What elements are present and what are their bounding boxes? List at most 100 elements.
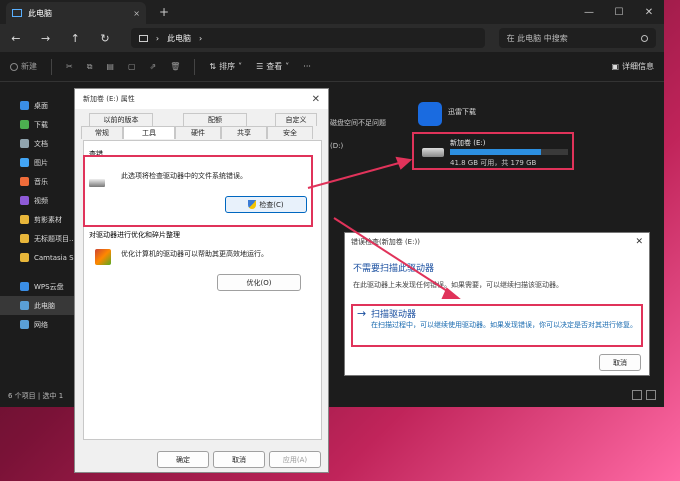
sidebar-item[interactable]: 桌面	[0, 96, 76, 115]
thunder-download-icon[interactable]	[418, 102, 442, 126]
sidebar-item-label: 剪影素材	[34, 215, 62, 224]
sidebar-item[interactable]: 下载	[0, 115, 76, 134]
sidebar-item[interactable]: WPS云盘	[0, 277, 76, 296]
minimize-button[interactable]: —	[574, 7, 604, 18]
view-icon: ☰	[256, 62, 264, 71]
close-button[interactable]: ✕	[634, 7, 664, 18]
chevron-down-icon: ˅	[285, 62, 290, 71]
optimize-button[interactable]: 优化(O)	[217, 274, 301, 291]
optimize-description: 优化计算机的驱动器可以帮助其更高效地运行。	[121, 250, 268, 258]
tab-security[interactable]: 安全	[267, 126, 313, 139]
breadcrumb-separator: ›	[199, 33, 203, 43]
error-check-subtext: 在此驱动器上未发现任何错误。如果需要，可以继续扫描该驱动器。	[353, 281, 563, 289]
view-button[interactable]: ☰ 查看 ˅	[256, 61, 289, 72]
sidebar-item-label: 此电脑	[34, 301, 55, 310]
error-check-highlight	[83, 155, 313, 227]
details-button[interactable]: ▣ 详细信息	[611, 61, 654, 72]
sidebar-item-label: 音乐	[34, 177, 48, 186]
sidebar-item-label: 桌面	[34, 101, 48, 110]
delete-icon[interactable]: 🗑	[170, 62, 180, 71]
shield-icon	[248, 200, 257, 209]
paste-icon[interactable]: ▤	[106, 62, 114, 71]
sidebar-item[interactable]: Camtasia S	[0, 248, 76, 267]
rename-icon[interactable]: ▢	[128, 62, 136, 71]
cut-icon[interactable]: ✂	[66, 62, 73, 71]
refresh-button[interactable]: ↻	[97, 32, 113, 45]
folder-icon	[20, 234, 29, 243]
error-check-title-bar: 错误检查(新加卷 (E:)) ✕	[345, 233, 649, 251]
error-check-title: 错误检查(新加卷 (E:))	[351, 238, 420, 246]
tab-general[interactable]: 常规	[81, 126, 123, 139]
view-switcher	[632, 390, 656, 400]
tab-customize[interactable]: 自定义	[275, 113, 317, 126]
folder-icon	[20, 196, 29, 205]
back-button[interactable]: ←	[8, 32, 24, 45]
apply-button[interactable]: 应用(A)	[269, 451, 321, 468]
scan-drive-title[interactable]: 扫描驱动器	[371, 307, 416, 320]
maximize-button[interactable]: ☐	[604, 7, 634, 18]
view-label: 查看	[266, 62, 283, 71]
breadcrumb-this-pc[interactable]: 此电脑	[167, 33, 191, 44]
drive-e-size: 41.8 GB 可用，共 179 GB	[450, 159, 537, 167]
toolbar-divider	[51, 58, 52, 75]
sidebar-item-label: WPS云盘	[34, 282, 64, 291]
sidebar-item[interactable]: 无标题项目...	[0, 229, 76, 248]
search-input[interactable]: 在 此电脑 中搜索	[498, 28, 656, 48]
this-pc-content: 迅雷下载 磁盘空间不足问题 (D:) 新加卷 (E:) 41.8 GB 可用，共…	[330, 96, 660, 236]
sidebar-item[interactable]: 视频	[0, 191, 76, 210]
sidebar-item[interactable]: 网络	[0, 315, 76, 334]
details-view-icon[interactable]	[632, 390, 642, 400]
sort-icon: ⇅	[209, 62, 217, 71]
ok-button[interactable]: 确定	[157, 451, 209, 468]
tab-close-icon[interactable]: ×	[133, 9, 140, 18]
monitor-icon	[12, 9, 22, 17]
copy-icon[interactable]: ⧉	[87, 62, 93, 72]
folder-icon	[20, 282, 29, 291]
sidebar-item-label: 网络	[34, 320, 48, 329]
drive-icon	[89, 179, 105, 187]
drive-usage-fill	[450, 149, 541, 155]
new-tab-button[interactable]: +	[154, 5, 174, 19]
sidebar-item[interactable]: 音乐	[0, 172, 76, 191]
properties-title: 新加卷 (E:) 属性	[83, 95, 135, 103]
command-bar: 新建 ✂ ⧉ ▤ ▢ ⇗ 🗑 ⇅ 排序 ˅ ☰ 查看 ˅ ··· ▣ 详细信息	[0, 52, 664, 82]
drive-e-name: 新加卷 (E:)	[450, 139, 486, 147]
drive-usage-bar	[450, 149, 568, 155]
sidebar-item[interactable]: 图片	[0, 153, 76, 172]
up-button[interactable]: ↑	[67, 32, 83, 45]
sidebar-item[interactable]: 此电脑	[0, 296, 76, 315]
address-bar[interactable]: › 此电脑 ›	[130, 28, 485, 48]
breadcrumb-separator: ›	[155, 33, 160, 43]
search-icon	[641, 34, 648, 42]
tab-title: 此电脑	[28, 8, 52, 18]
tab-hardware[interactable]: 硬件	[175, 126, 221, 139]
error-check-cancel-button[interactable]: 取消	[599, 354, 641, 371]
tab-quota[interactable]: 配额	[183, 113, 247, 126]
folder-icon	[20, 253, 29, 262]
details-label: 详细信息	[622, 62, 654, 71]
folder-icon	[20, 177, 29, 186]
share-icon[interactable]: ⇗	[150, 62, 157, 71]
forward-button[interactable]: →	[38, 32, 54, 45]
sidebar-item[interactable]: 剪影素材	[0, 210, 76, 229]
error-check-close-button[interactable]: ✕	[635, 237, 643, 247]
window-controls: — ☐ ✕	[574, 7, 664, 18]
check-button[interactable]: 检查(C)	[225, 196, 307, 213]
thunder-download-label[interactable]: 迅雷下载	[448, 107, 476, 117]
sort-button[interactable]: ⇅ 排序 ˅	[209, 61, 242, 72]
properties-close-button[interactable]: ✕	[312, 94, 320, 105]
defrag-icon	[95, 249, 111, 265]
new-button[interactable]: 新建	[10, 61, 37, 72]
sidebar-item[interactable]: 文档	[0, 134, 76, 153]
tab-sharing[interactable]: 共享	[221, 126, 267, 139]
folder-icon	[20, 215, 29, 224]
optimize-group-label: 对驱动器进行优化和碎片整理	[89, 231, 180, 239]
cancel-button[interactable]: 取消	[213, 451, 265, 468]
drive-e-tile[interactable]: 新加卷 (E:) 41.8 GB 可用，共 179 GB	[412, 132, 574, 170]
tab-tools[interactable]: 工具	[123, 126, 175, 139]
tab-previous-versions[interactable]: 以前的版本	[89, 113, 153, 126]
tiles-view-icon[interactable]	[646, 390, 656, 400]
more-button[interactable]: ···	[303, 62, 311, 71]
tab-this-pc[interactable]: 此电脑 ×	[6, 2, 146, 24]
